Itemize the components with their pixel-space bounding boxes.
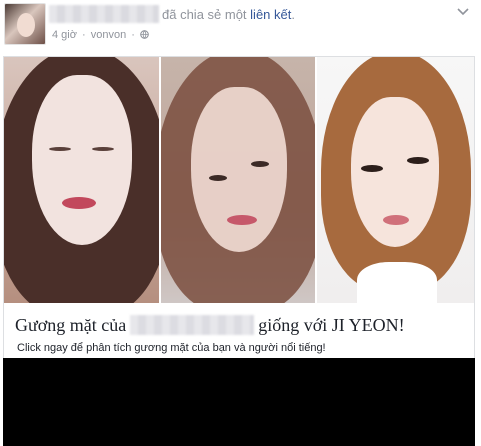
meta-separator-2: · bbox=[131, 29, 135, 41]
photo-blended-face bbox=[161, 57, 315, 303]
feed-post: đã chia sẻ một liên kết. 4 giờ · vonvon … bbox=[0, 0, 481, 446]
header-punctuation: . bbox=[291, 7, 295, 22]
chevron-down-icon[interactable] bbox=[455, 5, 471, 19]
card-description: Click ngay để phân tích gương mặt của bạ… bbox=[17, 342, 326, 354]
post-source[interactable]: vonvon bbox=[91, 29, 126, 41]
avatar-face bbox=[17, 13, 35, 37]
photo-celebrity-face bbox=[317, 57, 474, 303]
card-title[interactable]: Gương mặt của giống với JI YEON! bbox=[15, 315, 405, 336]
post-time[interactable]: 4 giờ bbox=[52, 29, 77, 41]
photo-user-face bbox=[4, 57, 159, 303]
redacted-black-bar bbox=[3, 358, 475, 446]
card-title-prefix: Gương mặt của bbox=[15, 315, 127, 335]
shared-link[interactable]: liên kết bbox=[250, 7, 291, 22]
post-meta: 4 giờ · vonvon · bbox=[52, 29, 149, 41]
post-header-text: đã chia sẻ một liên kết. bbox=[162, 7, 295, 22]
meta-separator: · bbox=[82, 29, 86, 41]
avatar[interactable] bbox=[4, 3, 46, 45]
card-title-suffix: giống với JI YEON! bbox=[258, 315, 405, 335]
link-preview-card[interactable]: Gương mặt của giống với JI YEON! Click ng… bbox=[3, 56, 475, 359]
author-name-redacted[interactable] bbox=[49, 5, 159, 23]
card-title-name-redacted bbox=[130, 315, 255, 335]
link-preview-image[interactable] bbox=[4, 57, 474, 303]
post-action-text: đã chia sẻ một bbox=[162, 7, 247, 22]
globe-icon[interactable] bbox=[140, 30, 149, 39]
